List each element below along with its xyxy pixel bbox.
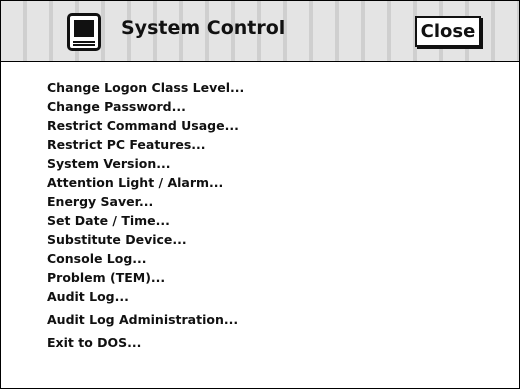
menu-item-system-version[interactable]: System Version... [47,154,244,173]
menu-item-problem-tem[interactable]: Problem (TEM)... [47,268,244,287]
menu-item-set-date-time[interactable]: Set Date / Time... [47,211,244,230]
title-bar: System Control Close [1,1,519,62]
close-button[interactable]: Close [415,16,481,47]
menu-item-change-password[interactable]: Change Password... [47,97,244,116]
system-control-menu: Change Logon Class Level... Change Passw… [47,78,244,352]
computer-icon [67,13,101,51]
menu-item-console-log[interactable]: Console Log... [47,249,244,268]
menu-item-restrict-command-usage[interactable]: Restrict Command Usage... [47,116,244,135]
system-control-window: System Control Close Change Logon Class … [0,0,520,389]
computer-screen-shape [74,20,94,37]
menu-item-energy-saver[interactable]: Energy Saver... [47,192,244,211]
menu-item-audit-log-administration[interactable]: Audit Log Administration... [47,310,244,329]
menu-item-audit-log[interactable]: Audit Log... [47,287,244,306]
window-title: System Control [121,17,286,39]
menu-item-change-logon-class-level[interactable]: Change Logon Class Level... [47,78,244,97]
menu-item-exit-to-dos[interactable]: Exit to DOS... [47,333,244,352]
menu-item-attention-light-alarm[interactable]: Attention Light / Alarm... [47,173,244,192]
menu-item-substitute-device[interactable]: Substitute Device... [47,230,244,249]
computer-base-shape [73,41,95,46]
menu-item-restrict-pc-features[interactable]: Restrict PC Features... [47,135,244,154]
